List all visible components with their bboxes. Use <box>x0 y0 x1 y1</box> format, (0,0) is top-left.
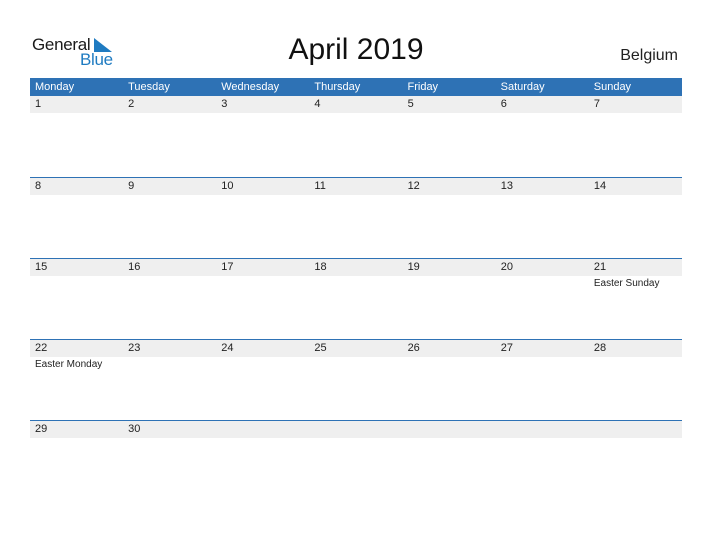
day-cell: 24 <box>216 340 309 421</box>
day-number: 1 <box>35 98 42 110</box>
day-number: 26 <box>407 342 420 354</box>
day-cell: 22 Easter Monday <box>30 340 123 421</box>
day-number: 20 <box>500 261 513 273</box>
day-cell: 9 <box>123 178 216 259</box>
day-number: 29 <box>35 423 48 435</box>
calendar-title: April 2019 <box>288 33 424 66</box>
day-number: 2 <box>128 98 135 110</box>
day-cell: 20 <box>496 259 589 340</box>
weekday-header: Monday Tuesday Wednesday Thursday Friday… <box>30 78 682 96</box>
day-number: 5 <box>407 98 414 110</box>
day-number: 12 <box>407 180 420 192</box>
day-cell <box>496 421 589 502</box>
day-cell: 1 <box>30 96 123 177</box>
day-number: 28 <box>593 342 607 354</box>
day-cell: 14 <box>589 178 682 259</box>
day-number: 13 <box>500 180 513 192</box>
day-number: 15 <box>35 261 48 273</box>
week-row: 15 16 17 18 19 20 21 Easter Sunday <box>30 258 682 340</box>
day-cell: 12 <box>403 178 496 259</box>
day-cell: 23 <box>123 340 216 421</box>
weekday-sunday: Sunday <box>593 81 632 93</box>
weekday-tuesday: Tuesday <box>128 81 170 93</box>
day-number: 7 <box>593 98 600 110</box>
week-row: 8 9 10 11 12 13 14 <box>30 177 682 259</box>
day-number: 18 <box>314 261 327 273</box>
week-row: 22 Easter Monday 23 24 25 26 27 28 <box>30 339 682 421</box>
day-cell: 25 <box>309 340 402 421</box>
day-number: 11 <box>314 180 326 192</box>
day-number: 6 <box>500 98 507 110</box>
day-number: 14 <box>593 180 607 192</box>
weekday-saturday: Saturday <box>500 81 545 93</box>
day-number: 8 <box>35 180 42 192</box>
day-cell: 29 <box>30 421 123 502</box>
holiday-label: Easter Sunday <box>593 278 660 289</box>
day-number: 27 <box>500 342 513 354</box>
day-number: 22 <box>35 342 48 354</box>
week-row: 1 2 3 4 5 6 7 <box>30 96 682 177</box>
day-number: 3 <box>221 98 228 110</box>
day-number: 9 <box>128 180 135 192</box>
day-cell: 17 <box>216 259 309 340</box>
day-number: 4 <box>314 98 321 110</box>
day-cell: 21 Easter Sunday <box>589 259 682 340</box>
holiday-label: Easter Monday <box>35 359 103 370</box>
day-number: 23 <box>128 342 141 354</box>
day-cell <box>309 421 402 502</box>
day-number: 16 <box>128 261 141 273</box>
day-number: 21 <box>593 261 607 273</box>
day-cell: 19 <box>403 259 496 340</box>
day-number: 24 <box>221 342 234 354</box>
day-cell: 11 <box>309 178 402 259</box>
day-cell: 7 <box>589 96 682 177</box>
country-label: Belgium <box>620 47 678 64</box>
day-number: 25 <box>314 342 327 354</box>
day-cell <box>589 421 682 502</box>
day-number: 10 <box>221 180 234 192</box>
day-cell: 30 <box>123 421 216 502</box>
day-cell: 3 <box>216 96 309 177</box>
day-cell: 27 <box>496 340 589 421</box>
day-cell: 13 <box>496 178 589 259</box>
weekday-thursday: Thursday <box>314 81 361 93</box>
day-cell: 5 <box>403 96 496 177</box>
day-number: 30 <box>128 423 141 435</box>
weekday-friday: Friday <box>407 81 439 93</box>
day-number: 17 <box>221 261 234 273</box>
day-cell: 10 <box>216 178 309 259</box>
day-cell: 26 <box>403 340 496 421</box>
day-cell: 8 <box>30 178 123 259</box>
day-number: 19 <box>407 261 420 273</box>
day-cell: 6 <box>496 96 589 177</box>
weekday-wednesday: Wednesday <box>221 81 280 93</box>
day-cell: 2 <box>123 96 216 177</box>
day-cell: 15 <box>30 259 123 340</box>
day-cell <box>403 421 496 502</box>
day-cell: 4 <box>309 96 402 177</box>
day-cell: 16 <box>123 259 216 340</box>
weekday-monday: Monday <box>35 81 75 93</box>
week-row: 29 30 <box>30 420 682 502</box>
day-cell <box>216 421 309 502</box>
day-cell: 18 <box>309 259 402 340</box>
day-cell: 28 <box>589 340 682 421</box>
